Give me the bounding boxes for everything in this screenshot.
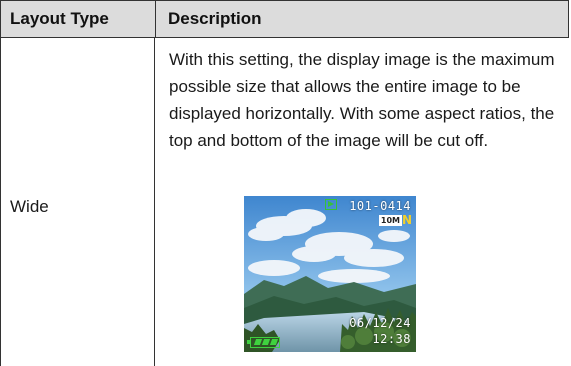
camera-preview-image: 101-0414 10M N 06/12/24 12:38: [244, 196, 416, 352]
table-header-row: Layout Type Description: [0, 0, 569, 38]
description-text: With this setting, the display image is …: [169, 50, 555, 150]
image-size-badge: 10M: [378, 215, 402, 226]
table-left-border: [0, 38, 1, 366]
layout-type-table: Layout Type Description Wide With this s…: [0, 0, 571, 366]
play-icon: [325, 199, 337, 210]
layout-type-cell: Wide: [10, 197, 49, 216]
table-column-divider: [154, 38, 155, 366]
capture-date: 06/12/24: [349, 316, 411, 330]
battery-icon: [247, 337, 280, 348]
quality-indicator: N: [401, 213, 412, 227]
header-description: Description: [168, 9, 262, 28]
capture-time: 12:38: [372, 332, 411, 346]
description-cell: With this setting, the display image is …: [169, 46, 564, 154]
file-number: 101-0414: [349, 199, 411, 213]
header-layout-type: Layout Type: [10, 9, 109, 28]
header-divider: [155, 1, 156, 37]
